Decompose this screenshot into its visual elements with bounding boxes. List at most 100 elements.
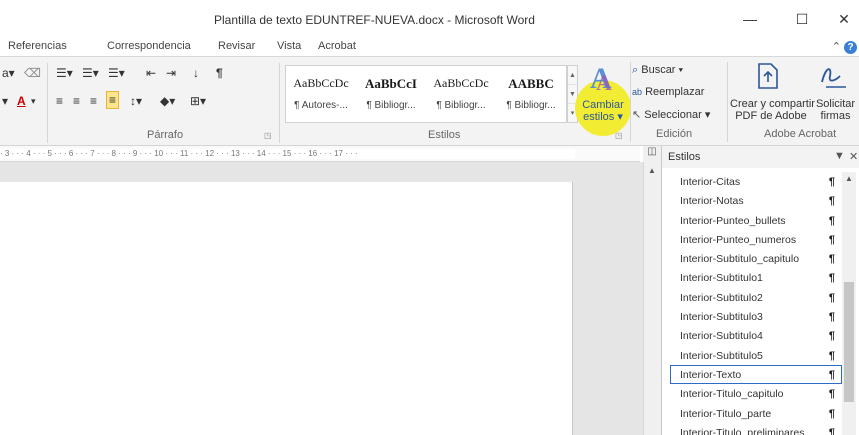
paragraph-style-icon: ¶ — [828, 426, 835, 435]
paragraph-style-icon: ¶ — [828, 368, 835, 381]
gallery-style-3[interactable]: AaBbCcDc ¶ Bibliogr... — [426, 72, 496, 118]
gallery-style-2[interactable]: AaBbCcI ¶ Bibliogr... — [356, 72, 426, 118]
styles-list-scrollbar[interactable]: ▲ — [842, 172, 856, 435]
align-center-icon[interactable]: ≡ — [73, 93, 80, 109]
style-list-item[interactable]: Interior-Titulo_preliminares ¶ — [670, 423, 842, 435]
paragraph-style-icon: ¶ — [828, 291, 835, 304]
select-button[interactable]: ↖ Seleccionar ▾ — [632, 108, 710, 121]
style-list-item[interactable]: Interior-Punteo_numeros ¶ — [670, 230, 842, 249]
svg-text:A: A — [596, 70, 612, 94]
cursor-icon: ↖ — [632, 109, 642, 121]
style-item-label: Interior-Subtitulo3 — [680, 311, 763, 324]
tab-revisar[interactable]: Revisar — [218, 40, 255, 52]
paragraph-launcher-icon[interactable]: ◳ — [264, 131, 272, 140]
window-title: Plantilla de texto EDUNTREF-NUEVA.docx -… — [214, 13, 535, 27]
style-list-item[interactable]: Interior-Notas ¶ — [670, 191, 842, 210]
maximize-button[interactable]: ☐ — [787, 8, 817, 30]
paragraph-style-icon: ¶ — [828, 176, 835, 188]
bullets-icon[interactable]: ☰▾ — [56, 65, 73, 81]
font-color-icon[interactable]: A — [17, 93, 26, 109]
shading-icon[interactable]: ◆▾ — [160, 93, 175, 109]
gallery-up-icon[interactable]: ▲ — [568, 66, 577, 85]
tab-referencias[interactable]: Referencias — [8, 40, 67, 52]
paragraph-style-icon: ¶ — [828, 233, 835, 246]
tab-correspondencia[interactable]: Correspondencia — [107, 40, 191, 52]
style-list-item[interactable]: Interior-Subtitulo5 ¶ — [670, 346, 842, 365]
replace-button[interactable]: ab Reemplazar — [632, 86, 704, 98]
style-list-item[interactable]: Interior-Subtitulo1 ¶ — [670, 268, 842, 287]
style-item-label: Interior-Subtitulo_capitulo — [680, 253, 800, 266]
change-styles-button[interactable]: Cambiar estilos ▾ — [578, 99, 628, 123]
style-list-item[interactable]: Interior-Titulo_capitulo ¶ — [670, 384, 842, 403]
font-color-dropdown-icon[interactable]: ▾ — [31, 93, 36, 109]
paragraph-style-icon: ¶ — [828, 388, 835, 401]
paragraph-style-icon: ¶ — [828, 195, 835, 208]
list-scroll-thumb[interactable] — [844, 282, 854, 402]
paragraph-group-label: Párrafo — [147, 129, 184, 141]
borders-icon[interactable]: ⊞▾ — [190, 93, 206, 109]
close-button[interactable]: ✕ — [829, 8, 859, 30]
clear-format-icon[interactable]: ⌫ — [24, 65, 41, 81]
style-list-item[interactable]: Interior-Punteo_bullets ¶ — [670, 211, 842, 230]
style-list-item[interactable]: Interior-Subtitulo_capitulo ¶ — [670, 249, 842, 268]
pane-close-icon[interactable]: ✕ — [849, 150, 858, 163]
sort-icon[interactable]: ↓ — [193, 65, 199, 81]
increase-indent-icon[interactable]: ⇥ — [166, 65, 176, 81]
tab-acrobat[interactable]: Acrobat — [318, 40, 356, 52]
line-spacing-icon[interactable]: ↕▾ — [130, 93, 142, 109]
styles-pane: Estilos ▼ ✕ Interior-Citas ¶ Interior-Nota… — [661, 146, 859, 435]
paragraph-style-icon: ¶ — [828, 349, 835, 362]
style-item-label: Interior-Texto — [680, 368, 742, 381]
style-item-label: Interior-Notas — [680, 195, 744, 208]
request-signatures-button[interactable]: Solicitar firmas — [812, 98, 859, 122]
scroll-up-icon[interactable]: ▲ — [648, 166, 656, 175]
document-scrollbar[interactable]: ▲ — [643, 162, 661, 435]
signature-icon[interactable] — [818, 62, 848, 90]
minimize-button[interactable]: — — [735, 8, 765, 30]
document-area — [0, 162, 643, 435]
help-icon[interactable]: ? — [844, 41, 857, 54]
find-button[interactable]: ⌕ Buscar ▾ — [632, 64, 683, 77]
replace-icon: ab — [632, 87, 643, 97]
justify-icon[interactable]: ≡ — [106, 91, 120, 109]
gallery-style-4[interactable]: AABBC ¶ Bibliogr... — [496, 72, 566, 118]
create-pdf-button[interactable]: Crear y compartir PDF de Adobe — [730, 98, 815, 122]
multilevel-list-icon[interactable]: ☰▾ — [108, 65, 125, 81]
font-size-icon[interactable]: a▾ — [2, 65, 15, 81]
style-list-item[interactable]: Interior-Citas ¶ — [670, 172, 842, 191]
style-list-item[interactable]: Interior-Subtitulo2 ¶ — [670, 288, 842, 307]
style-list-item[interactable]: Interior-Titulo_parte ¶ — [670, 404, 842, 423]
style-list-item[interactable]: Interior-Subtitulo4 ¶ — [670, 326, 842, 345]
style-item-label: Interior-Titulo_capitulo — [680, 388, 784, 401]
style-item-label: Interior-Punteo_bullets — [680, 214, 786, 227]
align-right-icon[interactable]: ≡ — [90, 93, 97, 109]
ruler-toggle-icon[interactable]: ◫ — [643, 146, 661, 162]
style-item-label: Interior-Subtitulo1 — [680, 272, 763, 285]
style-list-item[interactable]: Interior-Subtitulo3 ¶ — [670, 307, 842, 326]
style-item-label: Interior-Punteo_numeros — [680, 233, 797, 246]
paragraph-style-icon: ¶ — [828, 253, 835, 266]
align-left-icon[interactable]: ≡ — [56, 93, 63, 109]
change-styles-icon[interactable]: A A — [578, 60, 628, 97]
editing-group-label: Edición — [656, 128, 693, 140]
binoculars-icon: ⌕ — [632, 64, 639, 76]
tab-vista[interactable]: Vista — [277, 40, 301, 52]
list-scroll-up-icon[interactable]: ▲ — [845, 174, 853, 183]
ribbon-tabs: Referencias Correspondencia Revisar Vist… — [0, 34, 859, 56]
decrease-indent-icon[interactable]: ⇤ — [146, 65, 156, 81]
pane-options-icon[interactable]: ▼ — [834, 150, 845, 162]
show-formatting-icon[interactable]: ¶ — [216, 65, 223, 81]
style-gallery: AaBbCcDc ¶ Autores-... AaBbCcI ¶ Bibliog… — [285, 65, 567, 123]
text-highlight-icon[interactable]: ▾ — [2, 93, 8, 109]
create-pdf-icon[interactable] — [756, 62, 780, 90]
paragraph-style-icon: ¶ — [828, 330, 835, 343]
numbering-icon[interactable]: ☰▾ — [82, 65, 99, 81]
style-item-label: Interior-Subtitulo5 — [680, 349, 763, 362]
ruler-scale: · 3 · · · 4 · · · 5 · · · 6 · · · 7 · · … — [0, 149, 575, 159]
document-page[interactable] — [0, 182, 573, 435]
horizontal-ruler[interactable]: · 3 · · · 4 · · · 5 · · · 6 · · · 7 · · … — [0, 146, 640, 162]
style-item-label: Interior-Subtitulo2 — [680, 291, 763, 304]
style-list-item[interactable]: Interior-Texto ¶ — [670, 364, 842, 385]
gallery-style-1[interactable]: AaBbCcDc ¶ Autores-... — [286, 72, 356, 118]
collapse-ribbon-icon[interactable]: ⌃ — [832, 40, 841, 53]
